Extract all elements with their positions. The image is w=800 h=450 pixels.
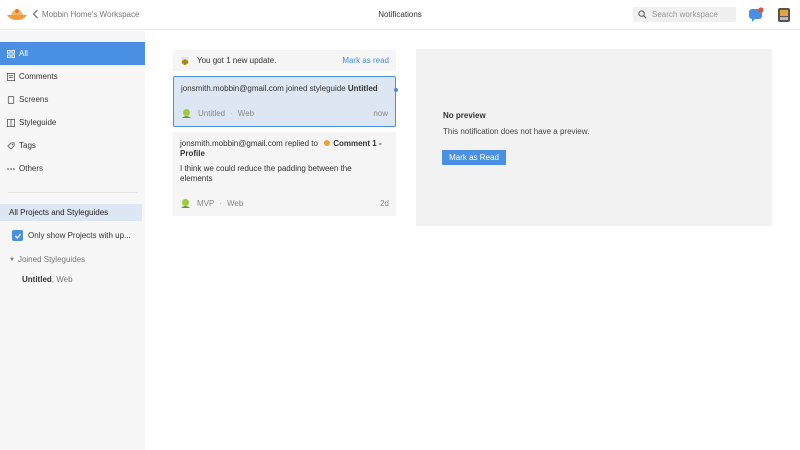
sidebar-divider — [8, 192, 137, 193]
screens-icon — [6, 95, 15, 104]
mark-all-read-link[interactable]: Mark as read — [342, 56, 389, 65]
sidebar-item-comments[interactable]: Comments — [0, 65, 145, 88]
preview-title: No preview — [443, 111, 486, 120]
all-icon — [6, 49, 15, 58]
notification-action: joined styleguide — [283, 84, 348, 93]
notification-user: jonsmith.mobbin@gmail.com — [180, 139, 283, 148]
comment-body: I think we could reduce the padding betw… — [180, 164, 352, 183]
sidebar-item-all[interactable]: All — [0, 42, 145, 65]
notification-card[interactable]: jonsmith.mobbin@gmail.com replied to Com… — [173, 132, 396, 216]
styleguide-name: Untitled — [22, 275, 52, 284]
checkbox-checked-icon[interactable] — [12, 230, 23, 241]
top-bar: Mobbin Home's Workspace Notifications — [0, 0, 800, 30]
comment-icon — [6, 72, 15, 81]
joined-styleguides-label: Joined Styleguides — [17, 255, 86, 264]
search-icon — [638, 10, 647, 19]
project-filter-dropdown[interactable]: All Projects and Styleguides — [0, 204, 142, 221]
project-avatar-icon — [182, 109, 191, 118]
project-platform: Web — [237, 109, 255, 118]
separator-dot: · — [219, 199, 223, 208]
unread-indicator — [394, 88, 398, 92]
sidebar-item-label: Screens — [19, 95, 49, 104]
project-name: Untitled — [198, 109, 226, 118]
project-avatar-icon — [181, 199, 190, 208]
chat-icon[interactable] — [748, 7, 764, 23]
sidebar-item-label: Styleguide — [19, 118, 57, 127]
update-text: You got 1 new update. — [197, 56, 277, 65]
sidebar-item-screens[interactable]: Screens — [0, 88, 145, 111]
search-box[interactable] — [633, 7, 736, 22]
sidebar-item-tags[interactable]: Tags — [0, 134, 145, 157]
mark-as-read-button[interactable]: Mark as Read — [442, 150, 506, 165]
caret-down-icon: ▼ — [9, 256, 15, 263]
device-icon[interactable] — [777, 7, 791, 23]
notification-time: 2d — [380, 199, 389, 208]
comment-marker-icon — [324, 140, 331, 146]
search-input[interactable] — [652, 10, 732, 19]
tag-icon — [6, 141, 15, 150]
sidebar-item-label: Others — [19, 164, 44, 173]
notification-card[interactable]: jonsmith.mobbin@gmail.com joined stylegu… — [173, 76, 398, 127]
notification-time: now — [373, 109, 388, 118]
bee-icon — [181, 56, 189, 65]
only-show-label: Only show Projects with up... — [28, 231, 131, 240]
joined-styleguides-toggle[interactable]: ▼ Joined Styleguides — [9, 255, 85, 264]
project-platform: Web — [227, 199, 244, 208]
preview-description: This notification does not have a previe… — [443, 127, 590, 136]
sidebar-item-styleguide[interactable]: Styleguide — [0, 111, 145, 134]
notification-message: jonsmith.mobbin@gmail.com replied to Com… — [180, 139, 390, 159]
project-name: MVP — [197, 199, 215, 208]
notification-user: jonsmith.mobbin@gmail.com — [181, 84, 284, 93]
new-updates-bar: You got 1 new update. Mark as read — [173, 50, 396, 71]
notification-action: replied to — [282, 139, 321, 148]
only-show-projects-checkbox[interactable]: Only show Projects with up... — [12, 230, 131, 241]
preview-pane: No preview This notification does not ha… — [416, 49, 772, 226]
notification-message: jonsmith.mobbin@gmail.com joined stylegu… — [181, 84, 389, 94]
sidebar-item-label: Comments — [19, 72, 58, 81]
more-icon — [6, 164, 15, 173]
sidebar: All Comments Screens Styleguide Tags Oth… — [0, 31, 145, 450]
styleguide-icon — [6, 118, 15, 127]
sidebar-item-label: Tags — [19, 141, 36, 150]
notification-target: Untitled — [347, 84, 378, 93]
sidebar-item-label: All — [19, 49, 28, 58]
styleguide-platform: , Web — [51, 275, 73, 284]
joined-styleguide-item[interactable]: Untitled, Web — [22, 275, 73, 284]
notification-meta: Untitled · Web — [181, 108, 254, 119]
notification-meta: MVP · Web — [180, 198, 243, 209]
sidebar-item-others[interactable]: Others — [0, 157, 145, 180]
separator-dot: · — [230, 109, 233, 118]
